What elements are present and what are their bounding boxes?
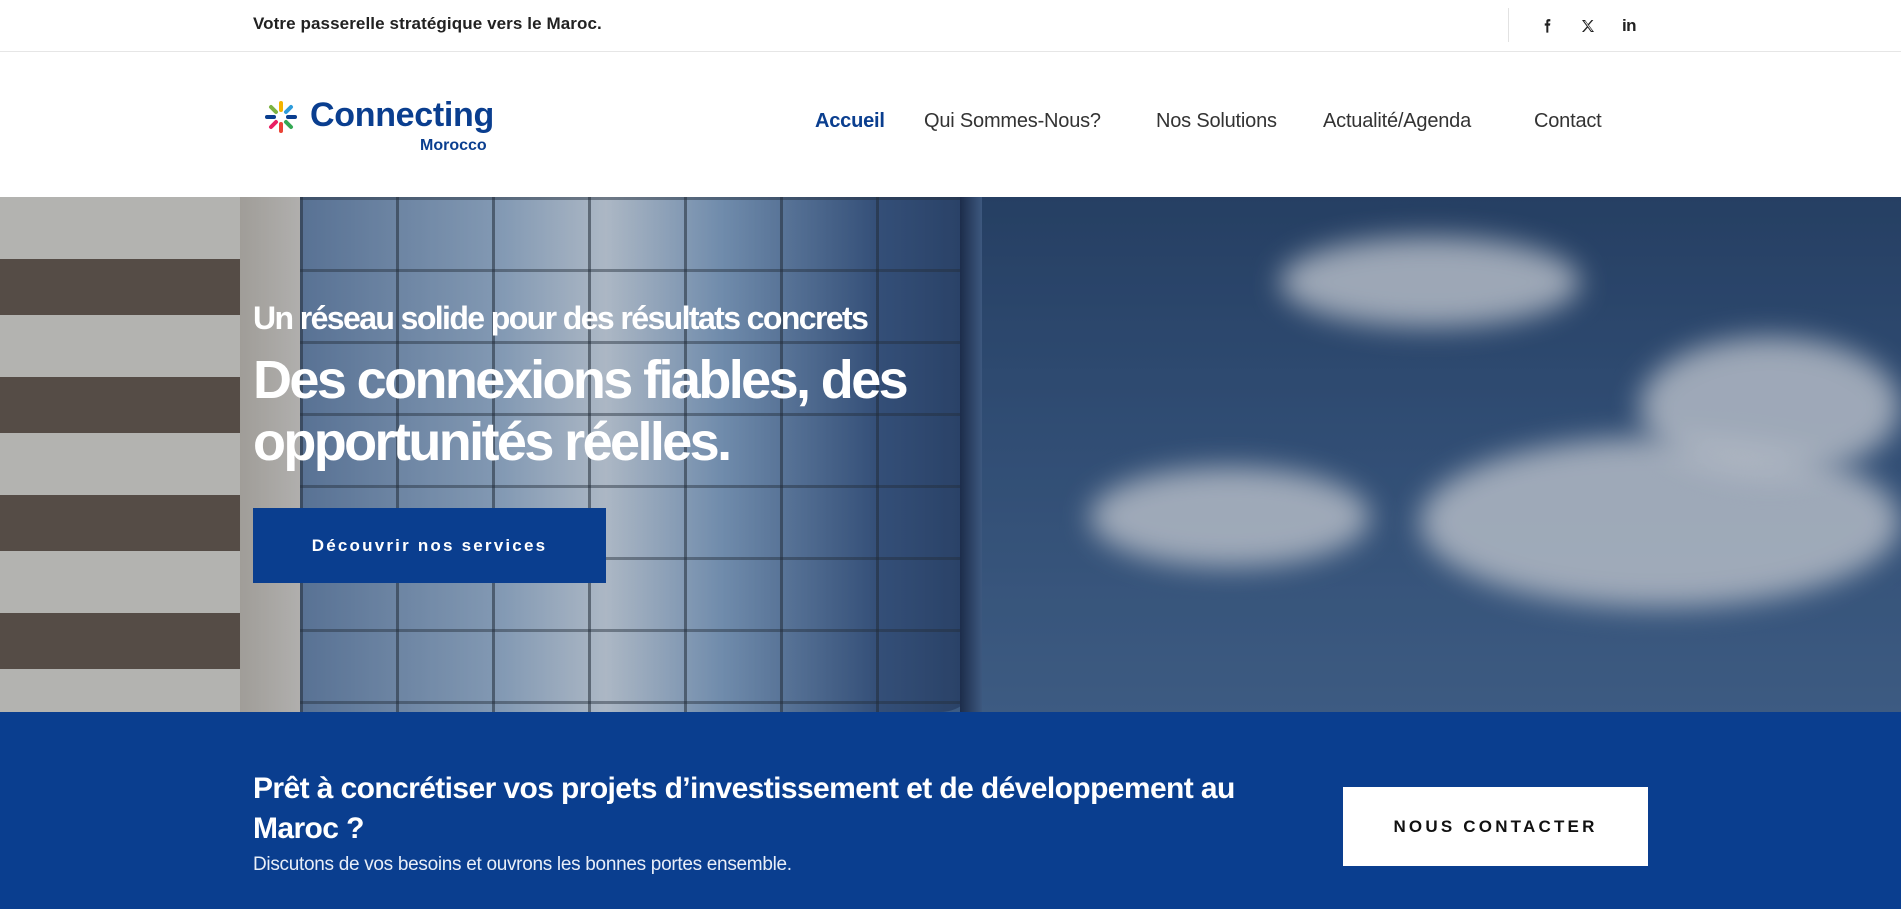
linkedin-icon[interactable]: in [1616,13,1642,39]
x-twitter-icon[interactable] [1575,13,1601,39]
cta-question: Prêt à concrétiser vos projets d’investi… [253,772,1235,845]
contact-cta-band: Prêt à concrétiser vos projets d’investi… [0,712,1901,909]
logo-sub-text: Morocco [420,137,487,154]
discover-services-button[interactable]: Découvrir nos services [253,508,606,583]
nav-item-qui-sommes-nous[interactable]: Qui Sommes-Nous? [924,110,1101,133]
tagline: Votre passerelle stratégique vers le Mar… [253,14,602,33]
hero-kicker: Un réseau solide pour des résultats conc… [253,300,869,336]
linkedin-icon-glyph: in [1621,16,1637,35]
top-bar: Votre passerelle stratégique vers le Mar… [0,0,1901,52]
nav-item-contact[interactable]: Contact [1534,110,1602,133]
nav-item-accueil[interactable]: Accueil [815,110,885,133]
nav-item-nos-solutions[interactable]: Nos Solutions [1156,110,1277,133]
site-logo[interactable]: Connecting Morocco [264,96,504,160]
logo-mark-icon [265,101,297,133]
site-header: Connecting Morocco Accueil Qui Sommes-No… [0,53,1901,197]
topbar-divider [1508,8,1509,42]
nav-item-actualite-agenda[interactable]: Actualité/Agenda [1323,110,1471,133]
contact-us-button[interactable]: NOUS CONTACTER [1343,787,1648,866]
logo-brand-text: Connecting [310,96,494,134]
hero-headline: Des connexions fiables, des opportunités… [253,350,909,472]
cta-subtitle: Discutons de vos besoins et ouvrons les … [253,854,792,875]
hero-section: Un réseau solide pour des résultats conc… [0,197,1901,712]
facebook-icon[interactable] [1534,13,1560,39]
